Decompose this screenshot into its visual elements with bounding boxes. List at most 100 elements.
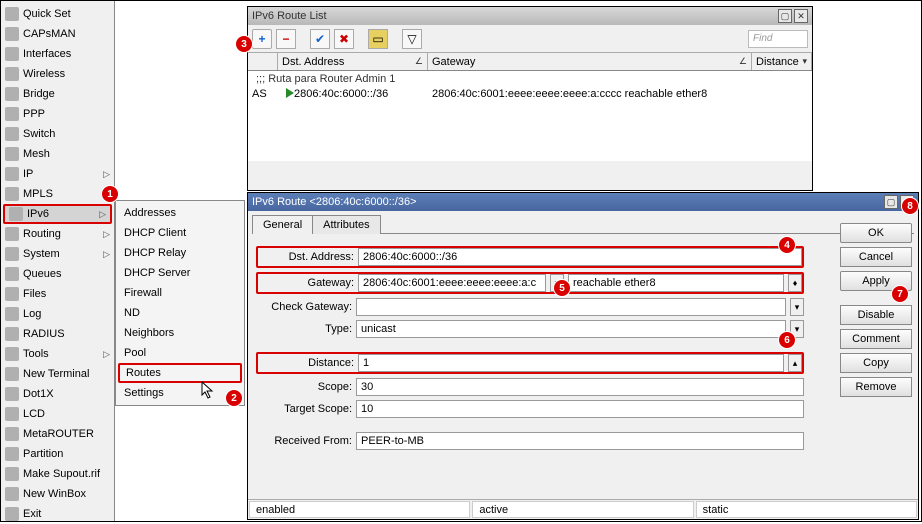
route-list-body[interactable]: ;;; Ruta para Router Admin 1 AS 2806:40c… xyxy=(248,71,812,161)
step-badge-4: 4 xyxy=(778,236,796,254)
chevron-right-icon: ▷ xyxy=(103,249,110,260)
col-gateway[interactable]: Gateway∠ xyxy=(428,53,752,70)
submenu-dhcp-relay[interactable]: DHCP Relay xyxy=(118,243,242,263)
partition-icon xyxy=(5,447,19,461)
disable-button[interactable]: ✖ xyxy=(334,29,354,49)
submenu-firewall[interactable]: Firewall xyxy=(118,283,242,303)
sidebar-ipv6[interactable]: IPv6▷ xyxy=(3,204,112,224)
target-scope-input[interactable] xyxy=(356,400,804,418)
step-badge-6: 6 xyxy=(778,331,796,349)
radius-icon xyxy=(5,327,19,341)
copy-button[interactable]: Copy xyxy=(840,353,912,373)
cancel-button[interactable]: Cancel xyxy=(840,247,912,267)
sidebar-new-terminal[interactable]: New Terminal xyxy=(1,364,114,384)
filter-button[interactable]: ▽ xyxy=(402,29,422,49)
find-input[interactable]: Find xyxy=(748,30,808,48)
field-gateway: Gateway: ▾ ♦ xyxy=(256,272,804,294)
routing-icon xyxy=(5,227,19,241)
sidebar-dot1x[interactable]: Dot1X xyxy=(1,384,114,404)
sidebar-quick-set[interactable]: Quick Set xyxy=(1,4,114,24)
gateway-add-button[interactable]: ♦ xyxy=(788,274,802,292)
submenu-dhcp-client[interactable]: DHCP Client xyxy=(118,223,242,243)
comment-button[interactable]: ▭ xyxy=(368,29,388,49)
sidebar-radius[interactable]: RADIUS xyxy=(1,324,114,344)
route-list-row[interactable]: AS 2806:40c:6000::/36 2806:40c:6001:eeee… xyxy=(248,87,812,102)
submenu-pool[interactable]: Pool xyxy=(118,343,242,363)
sidebar-queues[interactable]: Queues xyxy=(1,264,114,284)
sidebar-files[interactable]: Files xyxy=(1,284,114,304)
comment-button[interactable]: Comment xyxy=(840,329,912,349)
step-badge-2: 2 xyxy=(225,389,243,407)
check-gateway-toggle[interactable]: ▾ xyxy=(790,298,804,316)
sidebar-capsman[interactable]: CAPsMAN xyxy=(1,24,114,44)
submenu-dhcp-server[interactable]: DHCP Server xyxy=(118,263,242,283)
sidebar-interfaces[interactable]: Interfaces xyxy=(1,44,114,64)
submenu-addresses[interactable]: Addresses xyxy=(118,203,242,223)
tab-general[interactable]: General xyxy=(252,215,313,234)
sidebar-tools[interactable]: Tools▷ xyxy=(1,344,114,364)
check-gateway-input[interactable] xyxy=(356,298,786,316)
files-icon xyxy=(5,287,19,301)
tab-attributes[interactable]: Attributes xyxy=(312,215,380,234)
sidebar-routing[interactable]: Routing▷ xyxy=(1,224,114,244)
sidebar-bridge[interactable]: Bridge xyxy=(1,84,114,104)
close-icon[interactable]: ✕ xyxy=(794,9,808,23)
window-title: IPv6 Route List xyxy=(252,10,327,22)
sidebar-lcd[interactable]: LCD xyxy=(1,404,114,424)
disable-button[interactable]: Disable xyxy=(840,305,912,325)
status-static: static xyxy=(696,501,917,518)
minimize-icon[interactable]: ▢ xyxy=(778,9,792,23)
add-button[interactable]: + xyxy=(252,29,272,49)
sidebar-ip[interactable]: IP▷ xyxy=(1,164,114,184)
sidebar-system[interactable]: System▷ xyxy=(1,244,114,264)
sidebar-new-winbox[interactable]: New WinBox xyxy=(1,484,114,504)
remove-button[interactable]: Remove xyxy=(840,377,912,397)
sidebar-exit[interactable]: Exit xyxy=(1,504,114,524)
route-edit-window: IPv6 Route <2806:40c:6000::/36> ▢✕ Gener… xyxy=(247,192,919,520)
route-comment: ;;; Ruta para Router Admin 1 xyxy=(248,71,812,87)
received-from-input[interactable] xyxy=(356,432,804,450)
field-scope: Scope: xyxy=(256,378,804,396)
enable-button[interactable]: ✔ xyxy=(310,29,330,49)
ok-button[interactable]: OK xyxy=(840,223,912,243)
field-type: Type: ▾ xyxy=(256,320,804,338)
route-edit-statusbar: enabled active static xyxy=(248,499,918,519)
route-list-titlebar[interactable]: IPv6 Route List ▢✕ xyxy=(248,7,812,25)
step-badge-1: 1 xyxy=(101,185,119,203)
field-check-gateway: Check Gateway: ▾ xyxy=(256,298,804,316)
sidebar-ppp[interactable]: PPP xyxy=(1,104,114,124)
sidebar-metarouter[interactable]: MetaROUTER xyxy=(1,424,114,444)
scope-input[interactable] xyxy=(356,378,804,396)
sidebar-partition[interactable]: Partition xyxy=(1,444,114,464)
chevron-right-icon: ▷ xyxy=(103,229,110,240)
minimize-icon[interactable]: ▢ xyxy=(884,195,898,209)
sidebar-log[interactable]: Log xyxy=(1,304,114,324)
sidebar-mesh[interactable]: Mesh xyxy=(1,144,114,164)
distance-input[interactable] xyxy=(358,354,784,372)
dst-address-input[interactable] xyxy=(358,248,802,266)
chevron-right-icon: ▷ xyxy=(99,209,106,220)
submenu-routes[interactable]: Routes xyxy=(118,363,242,383)
type-input[interactable] xyxy=(356,320,786,338)
sidebar-switch[interactable]: Switch xyxy=(1,124,114,144)
gateway-state-input[interactable] xyxy=(568,274,784,292)
distance-toggle[interactable]: ▴ xyxy=(788,354,802,372)
submenu-neighbors[interactable]: Neighbors xyxy=(118,323,242,343)
sidebar-supout[interactable]: Make Supout.rif xyxy=(1,464,114,484)
mpls-icon xyxy=(5,187,19,201)
gateway-input[interactable] xyxy=(358,274,546,292)
route-list-window: IPv6 Route List ▢✕ + − ✔ ✖ ▭ ▽ Find Dst.… xyxy=(247,6,813,191)
log-icon xyxy=(5,307,19,321)
remove-button[interactable]: − xyxy=(276,29,296,49)
col-dst[interactable]: Dst. Address∠ xyxy=(278,53,428,70)
route-edit-titlebar[interactable]: IPv6 Route <2806:40c:6000::/36> ▢✕ xyxy=(248,193,918,211)
tools-icon xyxy=(5,347,19,361)
sidebar-mpls[interactable]: MPLS▷ xyxy=(1,184,114,204)
submenu-nd[interactable]: ND xyxy=(118,303,242,323)
winbox-icon xyxy=(5,487,19,501)
ppp-icon xyxy=(5,107,19,121)
col-distance[interactable]: Distance▾ xyxy=(752,53,812,70)
submenu-settings[interactable]: Settings xyxy=(118,383,242,403)
sidebar-wireless[interactable]: Wireless xyxy=(1,64,114,84)
wifi-icon xyxy=(5,67,19,81)
